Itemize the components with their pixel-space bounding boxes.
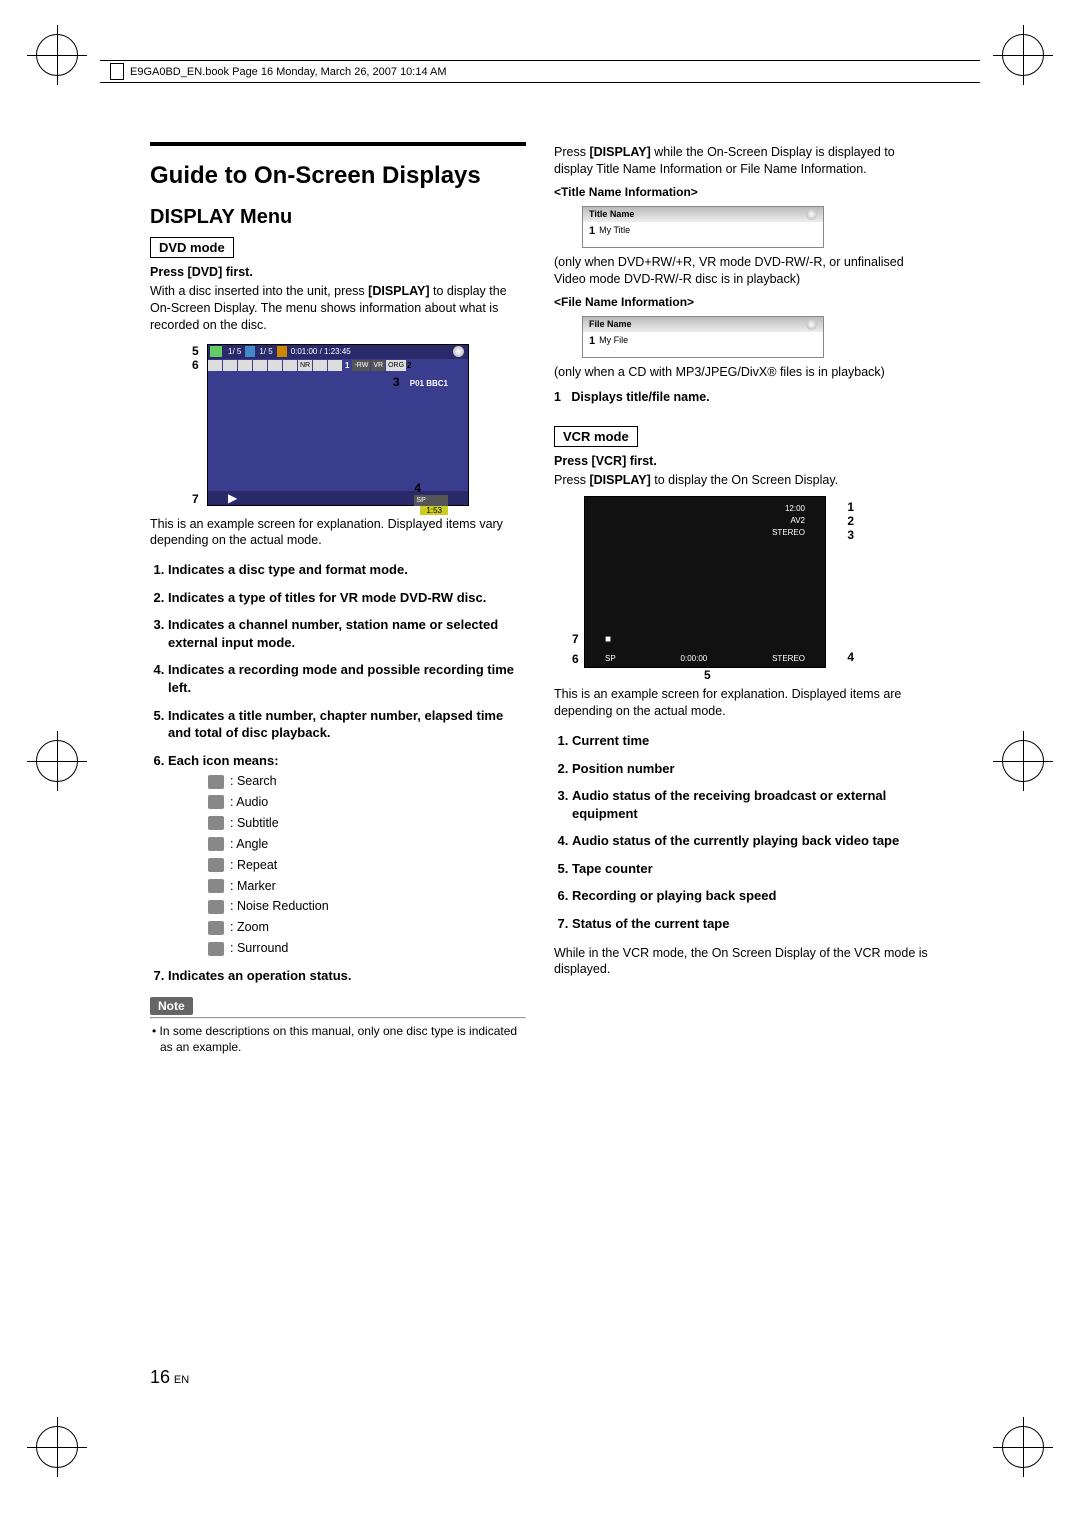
list-item: Indicates a type of titles for VR mode D… — [168, 589, 526, 607]
angle-icon — [208, 837, 224, 851]
list-item: Indicates a channel number, station name… — [168, 616, 526, 651]
title-info-heading: <Title Name Information> — [554, 184, 930, 200]
list-item: Tape counter — [572, 860, 930, 878]
vcr-footer-text: While in the VCR mode, the On Screen Dis… — [554, 945, 930, 979]
list-item: Indicates a recording mode and possible … — [168, 661, 526, 696]
vcr-intro: Press [DISPLAY] to display the On Screen… — [554, 472, 930, 489]
file-info-note: (only when a CD with MP3/JPEG/DivX® file… — [554, 364, 930, 381]
zoom-icon — [208, 921, 224, 935]
search-icon — [208, 775, 224, 789]
audio-icon — [208, 795, 224, 809]
right-column: Press [DISPLAY] while the On-Screen Disp… — [554, 142, 930, 1057]
callout-7: 7 — [192, 492, 199, 506]
note-text: • In some descriptions on this manual, o… — [150, 1023, 526, 1055]
page-number: 16 EN — [150, 1367, 189, 1388]
list-item: Indicates a disc type and format mode. — [168, 561, 526, 579]
callout-5: 5 — [192, 344, 199, 358]
left-column: Guide to On-Screen Displays DISPLAY Menu… — [150, 142, 526, 1057]
callout-3: 3 — [847, 528, 854, 542]
list-item: Indicates a title number, chapter number… — [168, 707, 526, 742]
vcr-mode-label: VCR mode — [554, 426, 638, 447]
list-item: Position number — [572, 760, 930, 778]
noise-reduction-icon — [208, 900, 224, 914]
dvd-example-note: This is an example screen for explanatio… — [150, 516, 526, 550]
section-title: DISPLAY Menu — [150, 206, 526, 229]
repeat-icon — [208, 858, 224, 872]
list-item: Audio status of the receiving broadcast … — [572, 787, 930, 822]
dvd-press-instruction: Press [DVD] first. — [150, 264, 526, 281]
title-info-note: (only when DVD+RW/+R, VR mode DVD-RW/-R,… — [554, 254, 930, 288]
page-title: Guide to On-Screen Displays — [150, 142, 526, 190]
disc-icon — [806, 319, 817, 330]
note-label: Note — [150, 997, 193, 1015]
displays-title-file: 1 Displays title/file name. — [554, 389, 930, 406]
dvd-mode-label: DVD mode — [150, 237, 234, 258]
list-item: Status of the current tape — [572, 915, 930, 933]
list-item: Each icon means: : Search : Audio : Subt… — [168, 752, 526, 957]
callout-1: 1 — [847, 500, 854, 514]
list-item: Indicates an operation status. — [168, 967, 526, 985]
disc-icon — [806, 209, 817, 220]
marker-icon — [208, 879, 224, 893]
file-info-heading: <File Name Information> — [554, 294, 930, 310]
callout-6: 6 — [192, 358, 199, 372]
callout-4: 4 — [847, 650, 854, 664]
title-name-info-box: Title Name 1My Title — [582, 206, 824, 248]
dvd-osd-diagram: 1/ 5 1/ 5 0:01:00 / 1:23:45 NR — [207, 344, 469, 506]
document-header: E9GA0BD_EN.book Page 16 Monday, March 26… — [100, 60, 980, 83]
list-item: Current time — [572, 732, 930, 750]
icon-legend: : Search : Audio : Subtitle : Angle : Re… — [168, 773, 526, 957]
vcr-press-instruction: Press [VCR] first. — [554, 453, 930, 470]
header-text: E9GA0BD_EN.book Page 16 Monday, March 26… — [130, 66, 447, 78]
callout-6: 6 — [572, 652, 579, 666]
subtitle-icon — [208, 816, 224, 830]
vcr-osd-diagram: 12:00 AV2 STEREO ■ SP 0:00:00 STEREO — [584, 496, 826, 668]
callout-5: 5 — [704, 668, 711, 682]
list-item: Audio status of the currently playing ba… — [572, 832, 930, 850]
vcr-indicator-list: Current time Position number Audio statu… — [554, 732, 930, 932]
dvd-intro: With a disc inserted into the unit, pres… — [150, 283, 526, 334]
right-intro: Press [DISPLAY] while the On-Screen Disp… — [554, 144, 930, 178]
dvd-indicator-list: Indicates a disc type and format mode. I… — [150, 561, 526, 984]
list-item: Recording or playing back speed — [572, 887, 930, 905]
vcr-example-note: This is an example screen for explanatio… — [554, 686, 930, 720]
document-icon — [110, 63, 124, 80]
callout-7: 7 — [572, 632, 579, 646]
callout-2: 2 — [847, 514, 854, 528]
file-name-info-box: File Name 1My File — [582, 316, 824, 358]
surround-icon — [208, 942, 224, 956]
